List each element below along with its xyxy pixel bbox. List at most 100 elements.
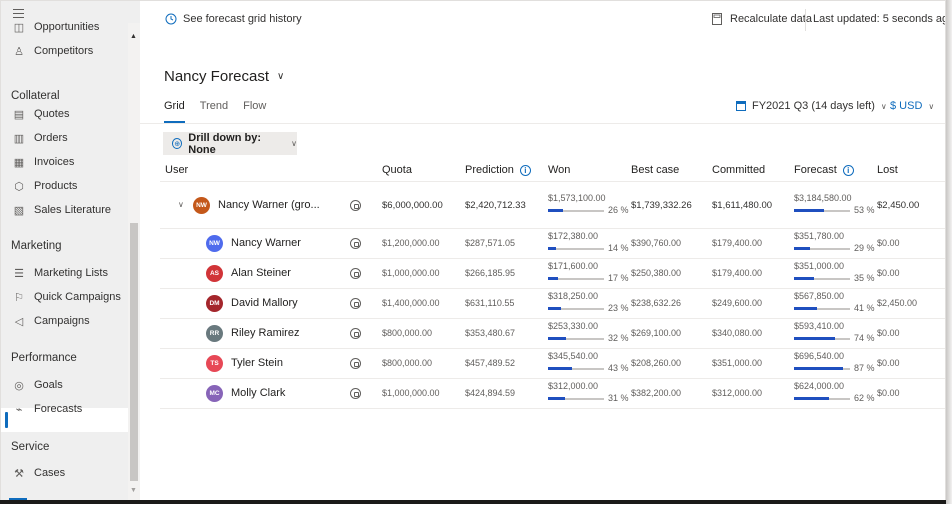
user-name[interactable]: Riley Ramirez — [231, 327, 299, 339]
won-amount: $345,540.00 — [548, 351, 599, 361]
quota-value: $1,400,000.00 — [382, 298, 440, 308]
user-name[interactable]: David Mallory — [231, 297, 298, 309]
drill-down-icon: ⊕ — [172, 138, 183, 149]
chevron-down-icon[interactable]: ∨ — [178, 200, 184, 209]
scroll-down-icon[interactable]: ▼ — [130, 487, 137, 494]
committed-value: $1,611,480.00 — [712, 199, 773, 211]
avatar: NW — [193, 196, 210, 214]
period-selector[interactable]: FY2021 Q3 (14 days left) ∨ — [736, 100, 887, 112]
currency-selector[interactable]: $ USD ∨ — [890, 100, 934, 112]
sidebar-item-competitors[interactable]: ♙ Competitors — [13, 40, 93, 62]
sidebar-item-label: Opportunities — [34, 21, 100, 33]
column-header-lost[interactable]: Lost — [877, 164, 898, 176]
forecast-percent: 29 % — [854, 243, 875, 253]
column-header-prediction[interactable]: Prediction i — [465, 164, 531, 176]
sidebar-item-orders[interactable]: ▥ Orders — [13, 127, 68, 149]
group-row[interactable]: ∨ NW Nancy Warner (gro... $6,000,000.00 $2,4… — [160, 182, 945, 229]
table-row[interactable]: AS Alan Steiner $1,000,000.00 $266,185.95 $2… — [160, 259, 945, 289]
sidebar-item-label: Marketing Lists — [34, 267, 108, 279]
sidebar-item-marketing-lists[interactable]: ☰ Marketing Lists — [13, 262, 108, 284]
user-name[interactable]: Tyler Stein — [231, 357, 283, 369]
won-progress-bar — [548, 337, 604, 340]
table-row[interactable]: TS Tyler Stein $800,000.00 $457,489.52 $208,… — [160, 349, 945, 379]
committed-value: $351,000.00 — [712, 358, 763, 368]
sidebar-item-quick-campaigns[interactable]: ⚐ Quick Campaigns — [13, 286, 121, 308]
quota-value: $1,000,000.00 — [382, 268, 440, 278]
sidebar-item-forecasts[interactable]: ⌁ Forecasts — [13, 398, 83, 420]
column-header-best-case[interactable]: Best case — [631, 164, 679, 176]
scroll-up-icon[interactable]: ▲ — [130, 33, 137, 40]
won-progress-bar — [548, 208, 604, 212]
lock-icon[interactable] — [350, 238, 361, 249]
lock-icon[interactable] — [350, 328, 361, 339]
won-amount: $312,000.00 — [548, 381, 599, 391]
column-header-label: Quota — [382, 164, 412, 176]
last-updated-text: Last updated: 5 seconds ago — [813, 13, 946, 25]
forecast-percent: 41 % — [854, 303, 875, 313]
opportunity-icon: ◫ — [13, 21, 25, 34]
drill-down-button[interactable]: ⊕ Drill down by: None ∨ — [163, 132, 297, 156]
sidebar-item-campaigns[interactable]: ◁ Campaigns — [13, 310, 90, 332]
history-icon — [165, 13, 177, 25]
forecast-amount: $567,850.00 — [794, 291, 845, 301]
column-header-won[interactable]: Won — [548, 164, 570, 176]
product-icon: ⬡ — [14, 180, 24, 193]
sidebar-item-cases[interactable]: ⚒ Cases — [13, 462, 65, 484]
sidebar-item-label: Goals — [34, 379, 63, 391]
chevron-down-icon: ∨ — [928, 101, 935, 111]
table-row[interactable]: DM David Mallory $1,400,000.00 $631,110.55 $… — [160, 289, 945, 319]
column-header-committed[interactable]: Committed — [712, 164, 765, 176]
chevron-down-icon: ∨ — [880, 101, 887, 111]
recalculate-button[interactable]: Recalculate data — [712, 13, 812, 25]
wrench-icon: ⚒ — [14, 467, 24, 480]
column-header-label: Prediction — [465, 164, 514, 176]
quota-value: $800,000.00 — [382, 328, 433, 338]
column-header-quota[interactable]: Quota — [382, 164, 412, 176]
lock-icon[interactable] — [350, 358, 361, 369]
column-header-label: User — [165, 164, 189, 176]
forecast-progress-bar — [794, 247, 850, 250]
sidebar-item-quotes[interactable]: ▤ Quotes — [13, 103, 70, 125]
table-row[interactable]: MC Molly Clark $1,000,000.00 $424,894.59 $38… — [160, 379, 945, 409]
user-name[interactable]: Molly Clark — [231, 387, 285, 399]
sidebar-item-goals[interactable]: ◎ Goals — [13, 374, 63, 396]
prediction-value: $266,185.95 — [465, 268, 516, 278]
forecast-title-selector[interactable]: Nancy Forecast ∨ — [164, 68, 284, 85]
lock-icon[interactable] — [350, 268, 361, 279]
forecast-history-link[interactable]: See forecast grid history — [165, 13, 302, 25]
lock-icon[interactable] — [350, 199, 361, 211]
sidebar-item-label: Orders — [34, 132, 68, 144]
forecast-progress-fill — [794, 397, 829, 400]
sidebar-item-invoices[interactable]: ▦ Invoices — [13, 151, 75, 173]
tab-trend[interactable]: Trend — [200, 100, 228, 118]
column-header-label: Lost — [877, 164, 898, 176]
table-row[interactable]: RR Riley Ramirez $800,000.00 $353,480.67 $26… — [160, 319, 945, 349]
committed-value: $249,600.00 — [712, 298, 763, 308]
info-icon[interactable]: i — [842, 164, 854, 176]
user-name[interactable]: Nancy Warner (gro... — [218, 199, 320, 211]
sidebar: ◫ Opportunities ♙ Competitors Collateral ▤ Quo… — [1, 1, 140, 502]
column-header-forecast[interactable]: Forecast i — [794, 164, 854, 176]
lock-icon[interactable] — [350, 298, 361, 309]
table-row[interactable]: NW Nancy Warner $1,200,000.00 $287,571.05 $3… — [160, 229, 945, 259]
sidebar-group-title: Marketing — [11, 240, 62, 252]
sidebar-item-products[interactable]: ⬡ Products — [13, 175, 77, 197]
info-icon[interactable]: i — [519, 164, 531, 176]
forecast-progress-bar — [794, 307, 850, 310]
tab-grid[interactable]: Grid — [164, 100, 185, 123]
sidebar-scroll-thumb[interactable] — [130, 223, 138, 481]
lost-value: $2,450.00 — [877, 298, 918, 308]
user-name[interactable]: Nancy Warner — [231, 237, 301, 249]
sidebar-item-opportunities[interactable]: ◫ Opportunities — [13, 16, 100, 38]
lost-value: $0.00 — [877, 328, 900, 338]
forecast-amount: $351,000.00 — [794, 261, 845, 271]
tab-flow[interactable]: Flow — [243, 100, 266, 118]
lock-icon[interactable] — [350, 388, 361, 399]
quota-value: $1,000,000.00 — [382, 388, 440, 398]
sidebar-item-sales-literature[interactable]: ▧ Sales Literature — [13, 199, 111, 221]
forecast-progress-fill — [794, 307, 817, 310]
user-name[interactable]: Alan Steiner — [231, 267, 291, 279]
won-percent: 23 % — [608, 303, 629, 313]
forecast-progress-fill — [794, 367, 843, 370]
column-header-user[interactable]: User — [165, 164, 188, 176]
